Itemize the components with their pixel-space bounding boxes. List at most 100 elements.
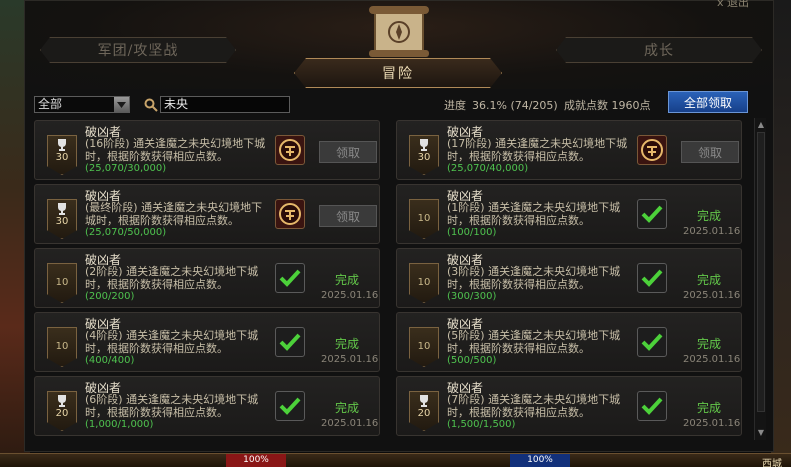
claim-button[interactable]: 领取 — [681, 141, 739, 163]
complete-date: 2025.01.16 — [683, 290, 741, 301]
achievement-progress: (500/500) — [447, 355, 497, 366]
status-complete: 完成 — [697, 209, 722, 223]
claim-all-button[interactable]: 全部领取 — [668, 91, 748, 113]
achievement-card: 10 破凶者 (1阶段) 通关逢魔之未央幻境地下城时，根据阶数获得相应点数。 (100… — [396, 184, 742, 244]
claim-button[interactable]: 领取 — [319, 205, 377, 227]
achievement-desc: (6阶段) 通关逢魔之未央幻境地下城时，根据阶数获得相应点数。 — [85, 393, 259, 419]
badge-points: 20 — [55, 408, 69, 419]
status-complete: 完成 — [697, 337, 722, 351]
achievement-progress: (1,500/1,500) — [447, 419, 516, 430]
achievement-desc: (5阶段) 通关逢魔之未央幻境地下城时，根据阶数获得相应点数。 — [447, 329, 621, 355]
complete-date: 2025.01.16 — [683, 418, 741, 429]
reward-emblem-icon — [275, 199, 305, 229]
badge-points: 30 — [55, 152, 69, 163]
complete-check-icon — [275, 263, 305, 293]
achievement-card: 10 破凶者 (2阶段) 通关逢魔之未央幻境地下城时，根据阶数获得相应点数。 (200… — [34, 248, 380, 308]
progress-readout: 进度 36.1% (74/205) — [444, 97, 558, 113]
trophy-icon — [58, 139, 66, 151]
achievement-badge: 20 — [47, 391, 77, 431]
status-complete: 完成 — [697, 401, 722, 415]
tab-legion-siege[interactable]: 军团/攻坚战 — [40, 37, 236, 63]
achievement-progress: (25,070/40,000) — [447, 163, 529, 174]
complete-date: 2025.01.16 — [683, 226, 741, 237]
status-complete: 完成 — [697, 273, 722, 287]
mp-gauge: 100% — [510, 454, 570, 467]
trophy-icon — [58, 395, 66, 407]
achievement-desc: (2阶段) 通关逢魔之未央幻境地下城时，根据阶数获得相应点数。 — [85, 265, 259, 291]
complete-check-icon — [637, 327, 667, 357]
achievement-badge: 20 — [409, 391, 439, 431]
town-label: 西城 — [762, 459, 782, 467]
complete-date: 2025.01.16 — [321, 418, 379, 429]
close-hint[interactable]: x 退出 — [717, 0, 749, 10]
tab-adventure[interactable]: 冒险 — [294, 58, 502, 88]
hud-bottom-bar — [0, 453, 791, 467]
progress-label: 进度 — [444, 99, 466, 112]
achievement-desc: (3阶段) 通关逢魔之未央幻境地下城时，根据阶数获得相应点数。 — [447, 265, 621, 291]
badge-points: 30 — [417, 152, 431, 163]
achievement-badge: 10 — [47, 263, 77, 303]
achievement-progress: (300/300) — [447, 291, 497, 302]
achievement-badge: 10 — [409, 263, 439, 303]
trophy-icon — [420, 139, 428, 151]
achievement-card: 30 破凶者 (16阶段) 通关逢魔之未央幻境地下城时，根据阶数获得相应点数。 (25… — [34, 120, 380, 180]
hp-gauge: 100% — [226, 454, 286, 467]
achievement-progress: (400/400) — [85, 355, 135, 366]
chevron-down-icon[interactable] — [114, 97, 129, 112]
achievement-progress: (25,070/30,000) — [85, 163, 167, 174]
achievement-desc: (16阶段) 通关逢魔之未央幻境地下城时，根据阶数获得相应点数。 — [85, 137, 266, 163]
achievement-desc: (17阶段) 通关逢魔之未央幻境地下城时，根据阶数获得相应点数。 — [447, 137, 628, 163]
search-input[interactable]: 未央 — [160, 96, 290, 113]
achievement-card: 10 破凶者 (3阶段) 通关逢魔之未央幻境地下城时，根据阶数获得相应点数。 (300… — [396, 248, 742, 308]
achievement-badge: 10 — [409, 199, 439, 239]
achievement-progress: (100/100) — [447, 227, 497, 238]
badge-points: 20 — [417, 408, 431, 419]
reward-emblem-icon — [637, 135, 667, 165]
scroll-up-icon[interactable]: ▲ — [756, 120, 766, 130]
badge-points: 30 — [55, 216, 69, 227]
achievement-desc: (1阶段) 通关逢魔之未央幻境地下城时，根据阶数获得相应点数。 — [447, 201, 621, 227]
list-scrollbar[interactable]: ▲ ▼ — [754, 118, 766, 440]
complete-date: 2025.01.16 — [683, 354, 741, 365]
badge-points: 10 — [55, 277, 69, 288]
status-complete: 完成 — [335, 337, 360, 351]
achievement-badge: 10 — [47, 327, 77, 367]
achievement-desc: (最终阶段) 通关逢魔之未央幻境地下城时，根据阶数获得相应点数。 — [85, 201, 263, 227]
game-background-right — [771, 0, 791, 467]
scroll-thumb[interactable] — [757, 132, 765, 412]
achievement-card: 30 破凶者 (17阶段) 通关逢魔之未央幻境地下城时，根据阶数获得相应点数。 (25… — [396, 120, 742, 180]
achievement-badge: 30 — [409, 135, 439, 175]
complete-check-icon — [637, 199, 667, 229]
achievement-progress: (200/200) — [85, 291, 135, 302]
complete-check-icon — [637, 391, 667, 421]
achievement-desc: (4阶段) 通关逢魔之未央幻境地下城时，根据阶数获得相应点数。 — [85, 329, 259, 355]
badge-points: 10 — [55, 341, 69, 352]
complete-date: 2025.01.16 — [321, 290, 379, 301]
achievement-badge: 10 — [409, 327, 439, 367]
progress-value: 36.1% (74/205) — [472, 99, 558, 112]
tab-growth[interactable]: 成长 — [556, 37, 762, 63]
achievement-badge: 30 — [47, 199, 77, 239]
achievement-progress: (25,070/50,000) — [85, 227, 167, 238]
complete-date: 2025.01.16 — [321, 354, 379, 365]
achievement-badge: 30 — [47, 135, 77, 175]
category-select[interactable]: 全部 — [34, 96, 130, 113]
complete-check-icon — [275, 327, 305, 357]
trophy-icon — [420, 395, 428, 407]
trophy-icon — [58, 203, 66, 215]
status-complete: 完成 — [335, 401, 360, 415]
status-complete: 完成 — [335, 273, 360, 287]
complete-check-icon — [637, 263, 667, 293]
reward-emblem-icon — [275, 135, 305, 165]
achievement-card: 30 破凶者 (最终阶段) 通关逢魔之未央幻境地下城时，根据阶数获得相应点数。 (25… — [34, 184, 380, 244]
achievement-progress: (1,000/1,000) — [85, 419, 154, 430]
achievement-points: 成就点数 1960点 — [564, 99, 651, 112]
search-icon[interactable] — [144, 98, 158, 112]
achievement-desc: (7阶段) 通关逢魔之未央幻境地下城时，根据阶数获得相应点数。 — [447, 393, 621, 419]
claim-button[interactable]: 领取 — [319, 141, 377, 163]
complete-check-icon — [275, 391, 305, 421]
category-select-value: 全部 — [38, 97, 63, 111]
achievement-card: 10 破凶者 (5阶段) 通关逢魔之未央幻境地下城时，根据阶数获得相应点数。 (500… — [396, 312, 742, 372]
scroll-down-icon[interactable]: ▼ — [756, 428, 766, 438]
achievement-card: 20 破凶者 (7阶段) 通关逢魔之未央幻境地下城时，根据阶数获得相应点数。 (1,5… — [396, 376, 742, 436]
